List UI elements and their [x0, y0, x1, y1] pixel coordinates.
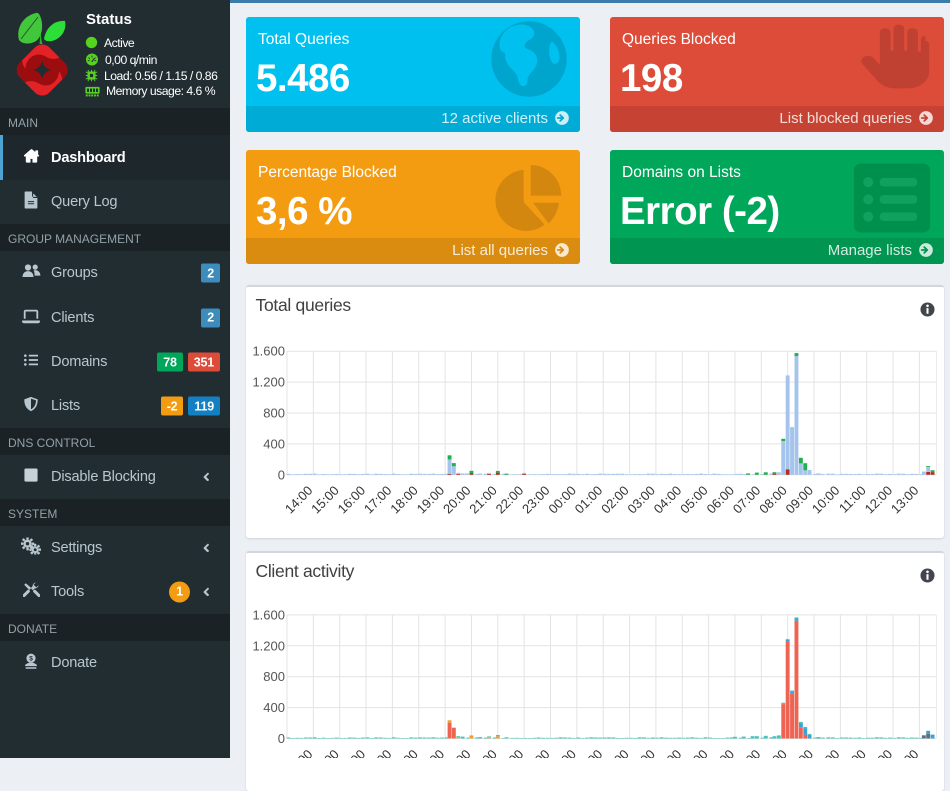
svg-text:$: $ [29, 655, 33, 662]
